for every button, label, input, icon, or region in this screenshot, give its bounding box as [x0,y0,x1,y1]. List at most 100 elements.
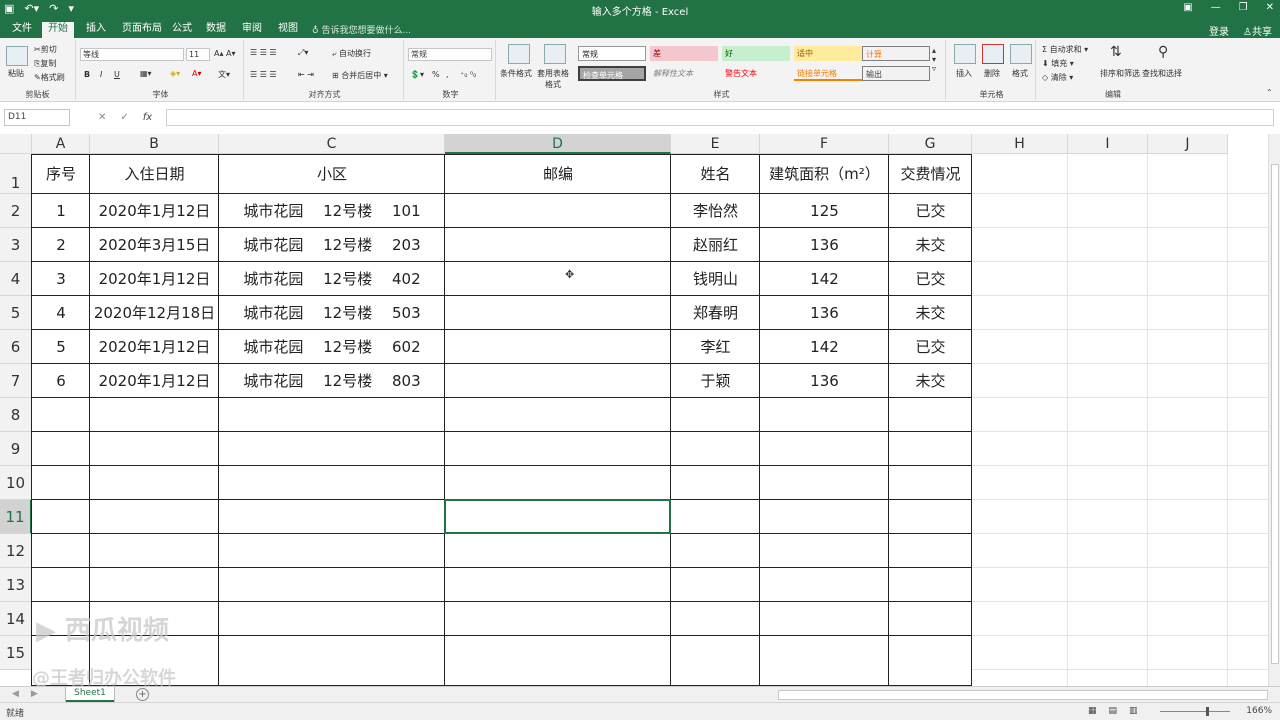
data-cell-g2[interactable]: 已交 [889,194,972,228]
data-cell-c5[interactable]: 城市花园 12号楼 503 [219,296,445,330]
data-cell-a2[interactable]: 1 [32,194,90,228]
delete-button[interactable]: 删除 [984,68,1000,79]
name-box[interactable]: D11 [4,109,70,126]
data-cell-a5[interactable]: 4 [32,296,90,330]
data-cell-d5[interactable] [445,296,671,330]
tab-review[interactable]: 审阅 [236,22,268,38]
zoom-slider[interactable] [1160,711,1230,712]
data-cell-e6[interactable]: 李红 [671,330,760,364]
column-header-i[interactable]: I [1068,134,1148,154]
column-header-f[interactable]: F [760,134,889,154]
column-header-c[interactable]: C [219,134,445,154]
autosum-button[interactable]: Σ 自动求和 ▾ [1042,44,1088,55]
fill-button[interactable]: ⬇ 填充 ▾ [1042,58,1074,69]
data-cell-f5[interactable]: 136 [760,296,889,330]
header-cell-g[interactable]: 交费情况 [889,154,972,194]
row-header-8[interactable]: 8 [0,398,32,432]
delete-cells-icon[interactable] [982,44,1004,64]
zoom-level[interactable]: 166% [1246,706,1272,716]
row-header-10[interactable]: 10 [0,466,32,500]
data-cell-f6[interactable]: 142 [760,330,889,364]
header-cell-b[interactable]: 入住日期 [90,154,219,194]
percent-button[interactable]: % [432,70,440,79]
data-cell-g6[interactable]: 已交 [889,330,972,364]
prev-sheet-icon[interactable]: ◀ [12,689,19,699]
table-format-button[interactable]: 套用表格格式 [536,68,570,90]
cell-style-1[interactable]: 差 [650,46,718,61]
collapse-ribbon-icon[interactable]: ⌃ [1266,88,1273,97]
gallery-scroll-icon[interactable]: ▴ ▾ ▿ [932,46,936,73]
underline-button[interactable]: U [114,70,120,79]
data-cell-b4[interactable]: 2020年1月12日 [90,262,219,296]
column-header-g[interactable]: G [889,134,972,154]
cell-style-4[interactable]: 计算 [862,46,930,61]
data-cell-c3[interactable]: 城市花园 12号楼 203 [219,228,445,262]
fill-color-icon[interactable]: ◈▾ [170,69,180,78]
add-sheet-button[interactable]: + [136,688,149,701]
header-cell-e[interactable]: 姓名 [671,154,760,194]
data-cell-c2[interactable]: 城市花园 12号楼 101 [219,194,445,228]
insert-function-button[interactable]: fx [143,112,152,123]
header-cell-a[interactable]: 序号 [32,154,90,194]
data-cell-b5[interactable]: 2020年12月18日 [90,296,219,330]
row-header-12[interactable]: 12 [0,534,32,568]
data-cell-e4[interactable]: 钱明山 [671,262,760,296]
sheet-tab-sheet1[interactable]: Sheet1 [66,687,114,702]
paste-icon[interactable] [6,46,28,66]
comma-button[interactable]: , [446,70,449,79]
tab-formulas[interactable]: 公式 [166,22,198,38]
copy-button[interactable]: ⎘复制 [34,58,56,69]
select-all-corner[interactable] [0,134,32,154]
row-header-1[interactable]: 1 [0,154,32,194]
data-cell-f7[interactable]: 136 [760,364,889,398]
cell-style-6[interactable]: 解释性文本 [650,66,718,81]
data-cell-g7[interactable]: 未交 [889,364,972,398]
worksheet-grid[interactable]: A B C D E F G H I J 1 2 3 4 5 6 7 8 9 10 11 12 13 14 15 序号 入住日期 小区邮… [0,134,1268,686]
data-cell-b6[interactable]: 2020年1月12日 [90,330,219,364]
header-cell-d[interactable]: 邮编 [445,154,671,194]
sort-filter-icon[interactable]: ⇅ [1110,44,1122,60]
data-cell-c6[interactable]: 城市花园 12号楼 602 [219,330,445,364]
row-header-11[interactable]: 11 [0,500,32,534]
data-cell-f3[interactable]: 136 [760,228,889,262]
tab-view[interactable]: 视图 [272,22,304,38]
formula-input[interactable] [166,109,1274,126]
vertical-scroll-thumb[interactable] [1271,164,1279,664]
enter-icon[interactable]: ✓ [120,112,128,123]
data-cell-b7[interactable]: 2020年1月12日 [90,364,219,398]
row-header-4[interactable]: 4 [0,262,32,296]
currency-icon[interactable]: 💲▾ [410,70,424,79]
page-break-view-icon[interactable]: ▥ [1129,706,1138,716]
find-select-button[interactable]: 查找和选择 [1142,68,1182,79]
data-cell-a7[interactable]: 6 [32,364,90,398]
clear-button[interactable]: ◇ 清除 ▾ [1042,72,1073,83]
data-cell-g3[interactable]: 未交 [889,228,972,262]
column-header-e[interactable]: E [671,134,760,154]
restore-icon[interactable]: ❐ [1239,2,1248,13]
header-cell-f[interactable]: 建筑面积（m²） [760,154,889,194]
font-name-combo[interactable]: 等线 [80,48,184,61]
tab-page-layout[interactable]: 页面布局 [116,22,168,38]
format-painter-button[interactable]: ✎格式刷 [34,72,65,83]
conditional-format-button[interactable]: 条件格式 [500,68,532,79]
format-cells-icon[interactable] [1010,44,1032,64]
zoom-slider-thumb[interactable] [1206,707,1209,716]
paste-button[interactable]: 粘贴 [8,68,24,79]
tell-me-box[interactable]: ♁ 告诉我您想要做什么... [312,23,411,36]
row-header-6[interactable]: 6 [0,330,32,364]
data-cell-c7[interactable]: 城市花园 12号楼 803 [219,364,445,398]
active-cell-selection[interactable] [444,499,671,534]
font-size-combo[interactable]: 11 [186,48,210,61]
tab-data[interactable]: 数据 [200,22,232,38]
border-icon[interactable]: ▦▾ [140,69,152,78]
orientation-icon[interactable]: ⤢▾ [298,48,308,58]
tab-file[interactable]: 文件 [6,22,38,38]
sort-filter-button[interactable]: 排序和筛选 [1100,68,1140,79]
data-cell-e5[interactable]: 郑春明 [671,296,760,330]
indent-icons[interactable]: ⇤ ⇥ [298,70,314,79]
next-sheet-icon[interactable]: ▶ [31,689,38,699]
table-format-icon[interactable] [544,44,566,64]
data-cell-d7[interactable] [445,364,671,398]
column-header-a[interactable]: A [32,134,90,154]
cell-style-3[interactable]: 适中 [794,46,862,61]
